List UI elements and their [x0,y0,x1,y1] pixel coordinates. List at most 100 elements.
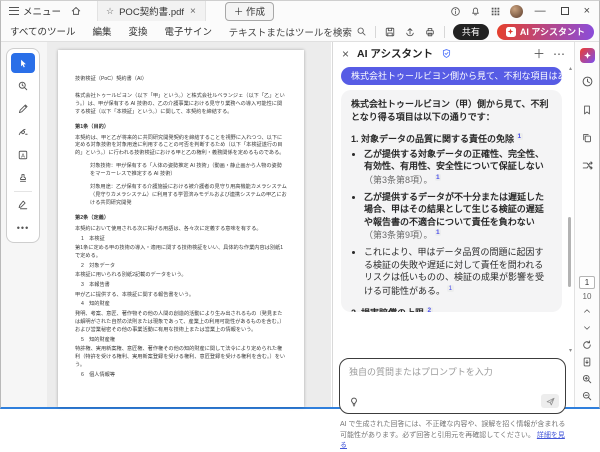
window-maximize-button[interactable] [558,7,572,15]
menu-label: メニュー [23,4,61,18]
print-icon[interactable] [424,26,436,38]
zoom-tool-button[interactable] [11,76,35,96]
citation-link[interactable]: 1 [516,133,523,140]
chat-scroll-down-icon[interactable]: ▾ [569,347,572,354]
contract-paragraph: 特許権、実用新案権、意匠権、著作権その他の知的財産に関して法令により定められた権… [75,346,287,370]
send-button[interactable] [541,394,559,408]
contract-paragraph: 本契約は、甲と乙が将来的に共同研究開発契約を締結することを視野に入れつつ、以下に… [75,135,287,159]
save-icon[interactable] [384,26,396,38]
response-bullet: これにより、甲はデータ品質の問題に起因する検証の失敗や遅延に対して責任を問われる… [364,246,552,297]
share-label: 共有 [462,25,480,38]
contract-paragraph: 対象技術：甲が保有する「人体の姿勢推定 AI 技術」（動画・静止画から人物の姿勢… [75,163,287,179]
chat-scrollbar-thumb[interactable] [568,217,571,287]
response-bullet: 乙が提供するデータが不十分または遅延した場合、甲はその結果として生じる検証の遅延… [364,191,552,242]
highlight-tool-button[interactable] [11,122,35,142]
citation-link[interactable]: 1 [435,229,442,236]
ai-assistant-panel-toggle[interactable] [580,48,595,63]
left-tool-rail: A ••• [1,42,47,407]
ai-assistant-logo-icon [506,27,516,37]
panel-overflow-menu-icon[interactable]: ⋯ [553,47,565,61]
edit-menu[interactable]: 編集 [92,24,111,38]
user-avatar[interactable] [510,5,523,18]
response-section-heading: 2. 損害賠償の上限2 [351,306,552,312]
svg-text:A: A [21,153,25,159]
info-icon[interactable] [450,6,461,17]
panel-close-icon[interactable]: × [342,47,349,61]
contract-heading: 第1条（目的） [75,124,287,132]
search-input[interactable]: テキストまたはツールを検索 [229,25,367,39]
select-tool-button[interactable] [11,53,35,73]
new-chat-plus-icon[interactable]: ＋ [533,45,545,62]
citation-link[interactable]: 1 [435,174,442,181]
contract-paragraph: 株式会社トゥールビヨン（以下「甲」という。）と株式会社ルベランジェ（以下「乙」と… [75,93,287,117]
citation-link[interactable]: 2 [426,307,433,312]
pdf-page[interactable]: 技術検証（PoC）契約書（AI） 株式会社トゥールビヨン（以下「甲」という。）と… [58,50,304,407]
tab-close-icon[interactable]: × [189,6,197,17]
hamburger-icon [9,7,19,15]
fill-sign-tool-button[interactable] [11,195,35,215]
share-upload-icon[interactable] [404,26,416,38]
response-section-heading: 1. 対象データの品質に関する責任の免除1 [351,132,552,146]
ai-disclaimer: AI で生成された回答には、不正確な内容や、誤解を招く情報が含まれる可能性があり… [340,420,568,452]
divider [444,26,445,38]
prompt-placeholder: 独自の質問またはプロンプトを入力 [349,365,493,378]
comment-pencil-tool-button[interactable] [11,99,35,119]
chat-scroll-up-icon[interactable]: ▴ [569,65,572,72]
history-clock-icon[interactable] [578,72,597,91]
contract-heading: 第2条（定義） [75,215,287,223]
contract-item: 1 本検証 [75,236,287,244]
contract-item: 6 個人情報等 [75,372,287,380]
home-icon[interactable] [70,5,82,17]
next-page-chevron-icon[interactable] [579,320,596,335]
rotate-refresh-icon[interactable] [579,337,596,352]
notifications-bell-icon[interactable] [470,6,481,17]
esign-menu[interactable]: 電子サイン [165,24,213,38]
stamp-tool-button[interactable] [11,168,35,188]
user-message-bubble: 株式会社トゥールビヨン側から見て、不利な項目はありますか？ [341,67,562,85]
convert-menu[interactable]: 変換 [128,24,147,38]
document-canvas[interactable]: 技術検証（PoC）契約書（AI） 株式会社トゥールビヨン（以下「甲」という。）と… [47,42,331,407]
bookmark-icon[interactable] [578,100,597,119]
document-tab-label: POC契約書.pdf [119,4,184,18]
ai-assistant-label: AI アシスタント [520,25,585,38]
contract-paragraph: 甲が乙に提供する、本検証に関する報告書をいう。 [75,292,287,300]
divider [375,26,376,38]
reorder-shuffle-icon[interactable] [578,156,597,175]
attachments-copy-icon[interactable] [578,128,597,147]
contract-paragraph: 第1条に定める甲の技術の導入・適用に関する技術検証をいい、具体的な作業内容は別紙… [75,245,287,261]
right-tool-rail: 1 10 [574,42,599,407]
export-page-icon[interactable] [579,354,596,369]
apps-grid-icon[interactable] [490,6,501,17]
citation-link[interactable]: 1 [447,285,454,292]
search-label: テキストまたはツールを検索 [229,25,352,39]
create-button[interactable]: ＋ 作成 [225,2,274,21]
divider [14,191,32,192]
contract-paragraph: 発明、考案、意匠、著作物その他の人間の創造的活動により生み出されるもの（発見また… [75,311,287,335]
page-number-input[interactable]: 1 [579,276,595,289]
menu-button[interactable]: メニュー [9,4,61,18]
share-button[interactable]: 共有 [453,24,489,40]
more-tools-button[interactable]: ••• [11,218,35,238]
response-bullet: 乙が提供する対象データの正確性、完全性、有効性、有用性、安全性について保証しない… [364,148,552,187]
verified-badge-icon [441,48,452,59]
ai-assistant-button[interactable]: AI アシスタント [497,24,594,40]
zoom-in-icon[interactable] [579,371,596,386]
create-label: ＋ 作成 [234,4,265,18]
assistant-response: 株式会社トゥールビヨン（甲）側から見て、不利となり得る項目は以下の通りです： 1… [341,90,562,312]
star-icon[interactable]: ☆ [106,6,114,17]
window-close-button[interactable]: × [581,5,593,17]
window-minimize-button[interactable]: — [532,5,549,17]
chat-area[interactable]: 株式会社トゥールビヨン側から見て、不利な項目はありますか？ 株式会社トゥールビヨ… [333,65,574,354]
zoom-out-icon[interactable] [579,388,596,403]
contract-item: 3 本報告書 [75,282,287,290]
contract-item: 2 対象データ [75,263,287,271]
document-tab[interactable]: ☆ POC契約書.pdf × [97,1,206,21]
all-tools-menu[interactable]: すべてのツール [10,24,75,38]
response-intro: 株式会社トゥールビヨン（甲）側から見て、不利となり得る項目は以下の通りです： [351,98,552,123]
contract-item: 4 知的財産 [75,301,287,309]
previous-page-chevron-icon[interactable] [579,303,596,318]
prompt-input[interactable]: 独自の質問またはプロンプトを入力 [339,358,566,414]
contract-paragraph: 対象用途：乙が保有する介護施設における被介護者の見守り用高機能カメラシステム（見… [75,184,287,208]
suggestions-lightbulb-icon[interactable] [348,396,360,408]
add-text-tool-button[interactable]: A [11,145,35,165]
